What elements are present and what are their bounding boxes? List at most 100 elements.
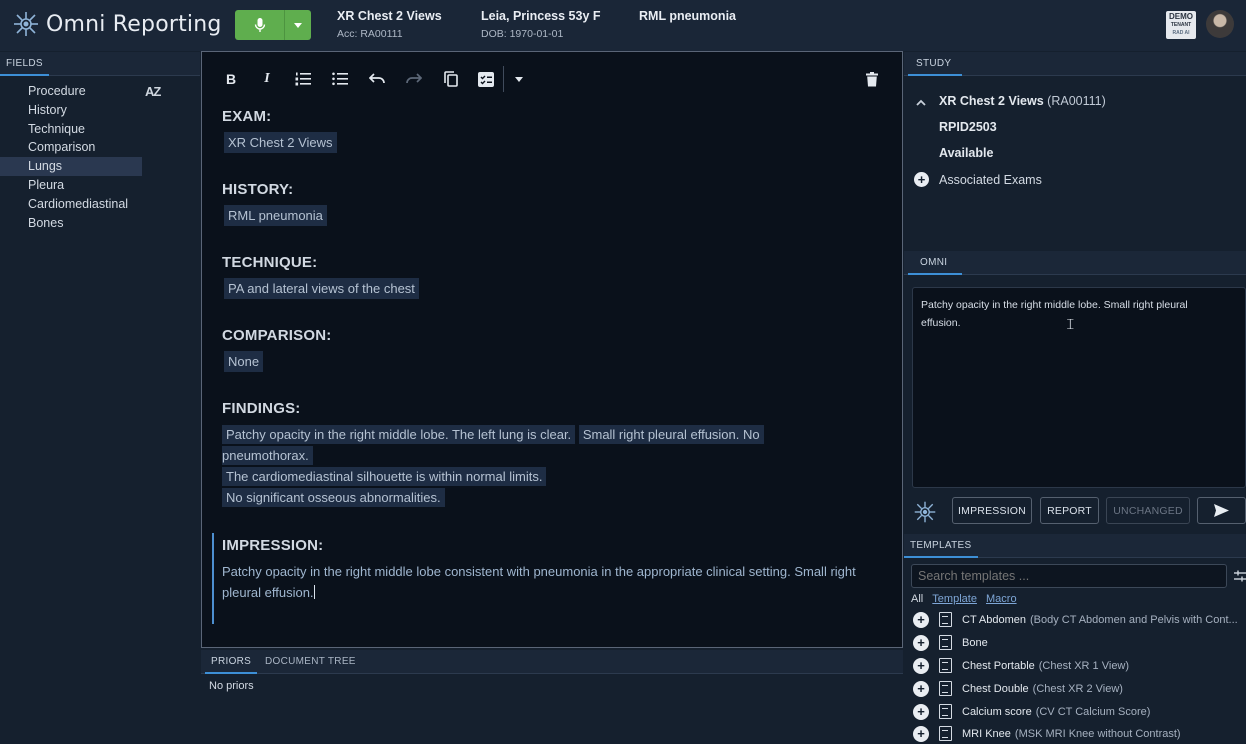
field-item-history[interactable]: History xyxy=(0,101,142,120)
exam-heading: EXAM: xyxy=(222,108,272,125)
study-status: Available xyxy=(939,146,994,160)
collapse-study-button[interactable] xyxy=(916,97,926,109)
comparison-value[interactable]: None xyxy=(224,351,264,372)
unchanged-button[interactable]: UNCHANGED xyxy=(1106,497,1190,524)
findings-lungs[interactable]: Patchy opacity in the right middle lobe.… xyxy=(222,424,862,445)
technique-value[interactable]: PA and lateral views of the chest xyxy=(224,278,419,299)
tab-study[interactable]: STUDY xyxy=(908,52,962,76)
template-item[interactable]: + MRI Knee (MSK MRI Knee without Contrast… xyxy=(913,723,1181,744)
demo-tenant-badge[interactable]: DEMO TENANT RAD AI xyxy=(1166,11,1196,39)
study-panel: STUDY XR Chest 2 Views (RA00111) RPID250… xyxy=(904,52,1246,248)
study-id: RPID2503 xyxy=(939,120,997,134)
top-bar: Omni Reporting XR Chest 2 Views Acc: RA0… xyxy=(0,0,1246,51)
send-button[interactable] xyxy=(1197,497,1246,524)
italic-button[interactable]: I xyxy=(256,68,278,90)
template-item[interactable]: + CT Abdomen (Body CT Abdomen and Pelvis … xyxy=(913,609,1238,630)
study-exam-row: XR Chest 2 Views (RA00111) xyxy=(939,94,1106,108)
field-item-cardiomediastinal[interactable]: Cardiomediastinal xyxy=(0,195,142,214)
microphone-button[interactable] xyxy=(235,10,285,40)
undo-button[interactable] xyxy=(366,68,388,90)
study-exam: XR Chest 2 Views xyxy=(939,94,1044,108)
toolbar-separator xyxy=(503,66,504,92)
tab-priors[interactable]: PRIORS xyxy=(205,650,258,674)
copy-icon xyxy=(444,71,458,87)
history-value[interactable]: RML pneumonia xyxy=(224,205,327,226)
template-item[interactable]: + Chest Portable (Chest XR 1 View) xyxy=(913,655,1129,676)
template-name: CT Abdomen xyxy=(962,613,1027,626)
omni-tab-header: OMNI xyxy=(904,251,1246,275)
redo-button[interactable] xyxy=(403,68,425,90)
tab-document-tree[interactable]: DOCUMENT TREE xyxy=(259,650,362,674)
findings-bones[interactable]: No significant osseous abnormalities. xyxy=(222,487,445,508)
bold-button[interactable]: B xyxy=(220,68,242,90)
header-dob: DOB: 1970-01-01 xyxy=(481,28,564,40)
dictation-button-group xyxy=(235,10,311,40)
plus-circle-icon[interactable]: + xyxy=(913,725,929,742)
fields-panel: FIELDS AZ Procedure History Technique Co… xyxy=(0,52,200,739)
tab-templates[interactable]: TEMPLATES xyxy=(904,534,978,558)
priors-panel: PRIORS DOCUMENT TREE No priors xyxy=(201,650,903,739)
numbered-list-button[interactable] xyxy=(292,68,314,90)
field-item-pleura[interactable]: Pleura xyxy=(0,176,142,195)
demo-line-1: DEMO xyxy=(1169,12,1193,21)
header-patient-info: Leia, Princess 53y F DOB: 1970-01-01 xyxy=(481,9,601,40)
impression-text: Patchy opacity in the right middle lobe … xyxy=(222,564,856,600)
impression-button[interactable]: IMPRESSION xyxy=(952,497,1032,524)
omni-text-area[interactable]: Patchy opacity in the right middle lobe.… xyxy=(912,287,1246,488)
impression-value[interactable]: Patchy opacity in the right middle lobe … xyxy=(222,561,892,603)
checklist-button[interactable] xyxy=(475,68,497,90)
header-exam: XR Chest 2 Views xyxy=(337,9,442,23)
numbered-list-icon xyxy=(295,72,311,86)
document-icon xyxy=(939,612,952,627)
field-item-comparison[interactable]: Comparison xyxy=(0,138,142,157)
field-item-bones[interactable]: Bones xyxy=(0,214,142,233)
tab-fields[interactable]: FIELDS xyxy=(0,52,49,76)
text-cursor-icon: 𝙸 xyxy=(1065,316,1076,333)
template-description: (Body CT Abdomen and Pelvis with Cont... xyxy=(1030,613,1238,626)
impression-heading: IMPRESSION: xyxy=(222,537,324,554)
header-accession: Acc: RA00111 xyxy=(337,28,403,40)
checklist-icon xyxy=(478,71,494,87)
field-item-technique[interactable]: Technique xyxy=(0,120,142,139)
template-name: Calcium score xyxy=(962,705,1032,718)
findings-pleura-cont[interactable]: pneumothorax. xyxy=(222,445,313,466)
template-description: (Chest XR 2 View) xyxy=(1032,682,1123,695)
plus-circle-icon[interactable]: + xyxy=(913,657,929,674)
plus-circle-icon[interactable]: + xyxy=(913,611,929,628)
user-avatar[interactable] xyxy=(1206,10,1234,38)
filter-settings-icon[interactable] xyxy=(1234,570,1246,585)
demo-line-2: TENANT xyxy=(1170,22,1192,28)
template-item[interactable]: + Bone xyxy=(913,632,988,653)
plus-circle-icon[interactable]: + xyxy=(913,680,929,697)
plus-circle-icon[interactable]: + xyxy=(913,634,929,651)
copy-button[interactable] xyxy=(440,68,462,90)
bullet-list-button[interactable] xyxy=(329,68,351,90)
report-button[interactable]: REPORT xyxy=(1040,497,1099,524)
template-name: Bone xyxy=(962,636,988,649)
template-item[interactable]: + Chest Double (Chest XR 2 View) xyxy=(913,678,1123,699)
more-tools-dropdown[interactable] xyxy=(508,68,530,90)
tab-omni[interactable]: OMNI xyxy=(908,251,962,275)
search-templates-input[interactable] xyxy=(911,564,1227,588)
findings-cardio[interactable]: The cardiomediastinal silhouette is with… xyxy=(222,466,547,487)
chevron-up-icon xyxy=(916,99,926,106)
plus-circle-icon[interactable]: + xyxy=(913,703,929,720)
caret-down-icon xyxy=(515,76,523,82)
associated-exams-button[interactable]: + Associated Exams xyxy=(914,172,1042,187)
document-icon xyxy=(939,658,952,673)
dictation-dropdown-button[interactable] xyxy=(285,10,311,40)
field-item-lungs[interactable]: Lungs xyxy=(0,157,142,176)
filter-template[interactable]: Template xyxy=(932,593,977,605)
template-item[interactable]: + Calcium score (CV CT Calcium Score) xyxy=(913,701,1150,722)
omni-panel: OMNI Patchy opacity in the right middle … xyxy=(904,251,1246,531)
report-editor[interactable]: B I EXAM: XR Chest 2 Views HISTORY: RML … xyxy=(201,51,903,648)
caret-down-icon xyxy=(294,22,302,28)
field-item-procedure[interactable]: Procedure xyxy=(0,82,142,101)
demo-line-3: RAD AI xyxy=(1172,30,1190,36)
filter-macro[interactable]: Macro xyxy=(986,593,1017,605)
app-title: Omni Reporting xyxy=(46,11,222,37)
exam-value[interactable]: XR Chest 2 Views xyxy=(224,132,337,153)
delete-button[interactable] xyxy=(861,68,883,90)
filter-all[interactable]: All xyxy=(911,593,923,605)
comparison-heading: COMPARISON: xyxy=(222,327,332,344)
